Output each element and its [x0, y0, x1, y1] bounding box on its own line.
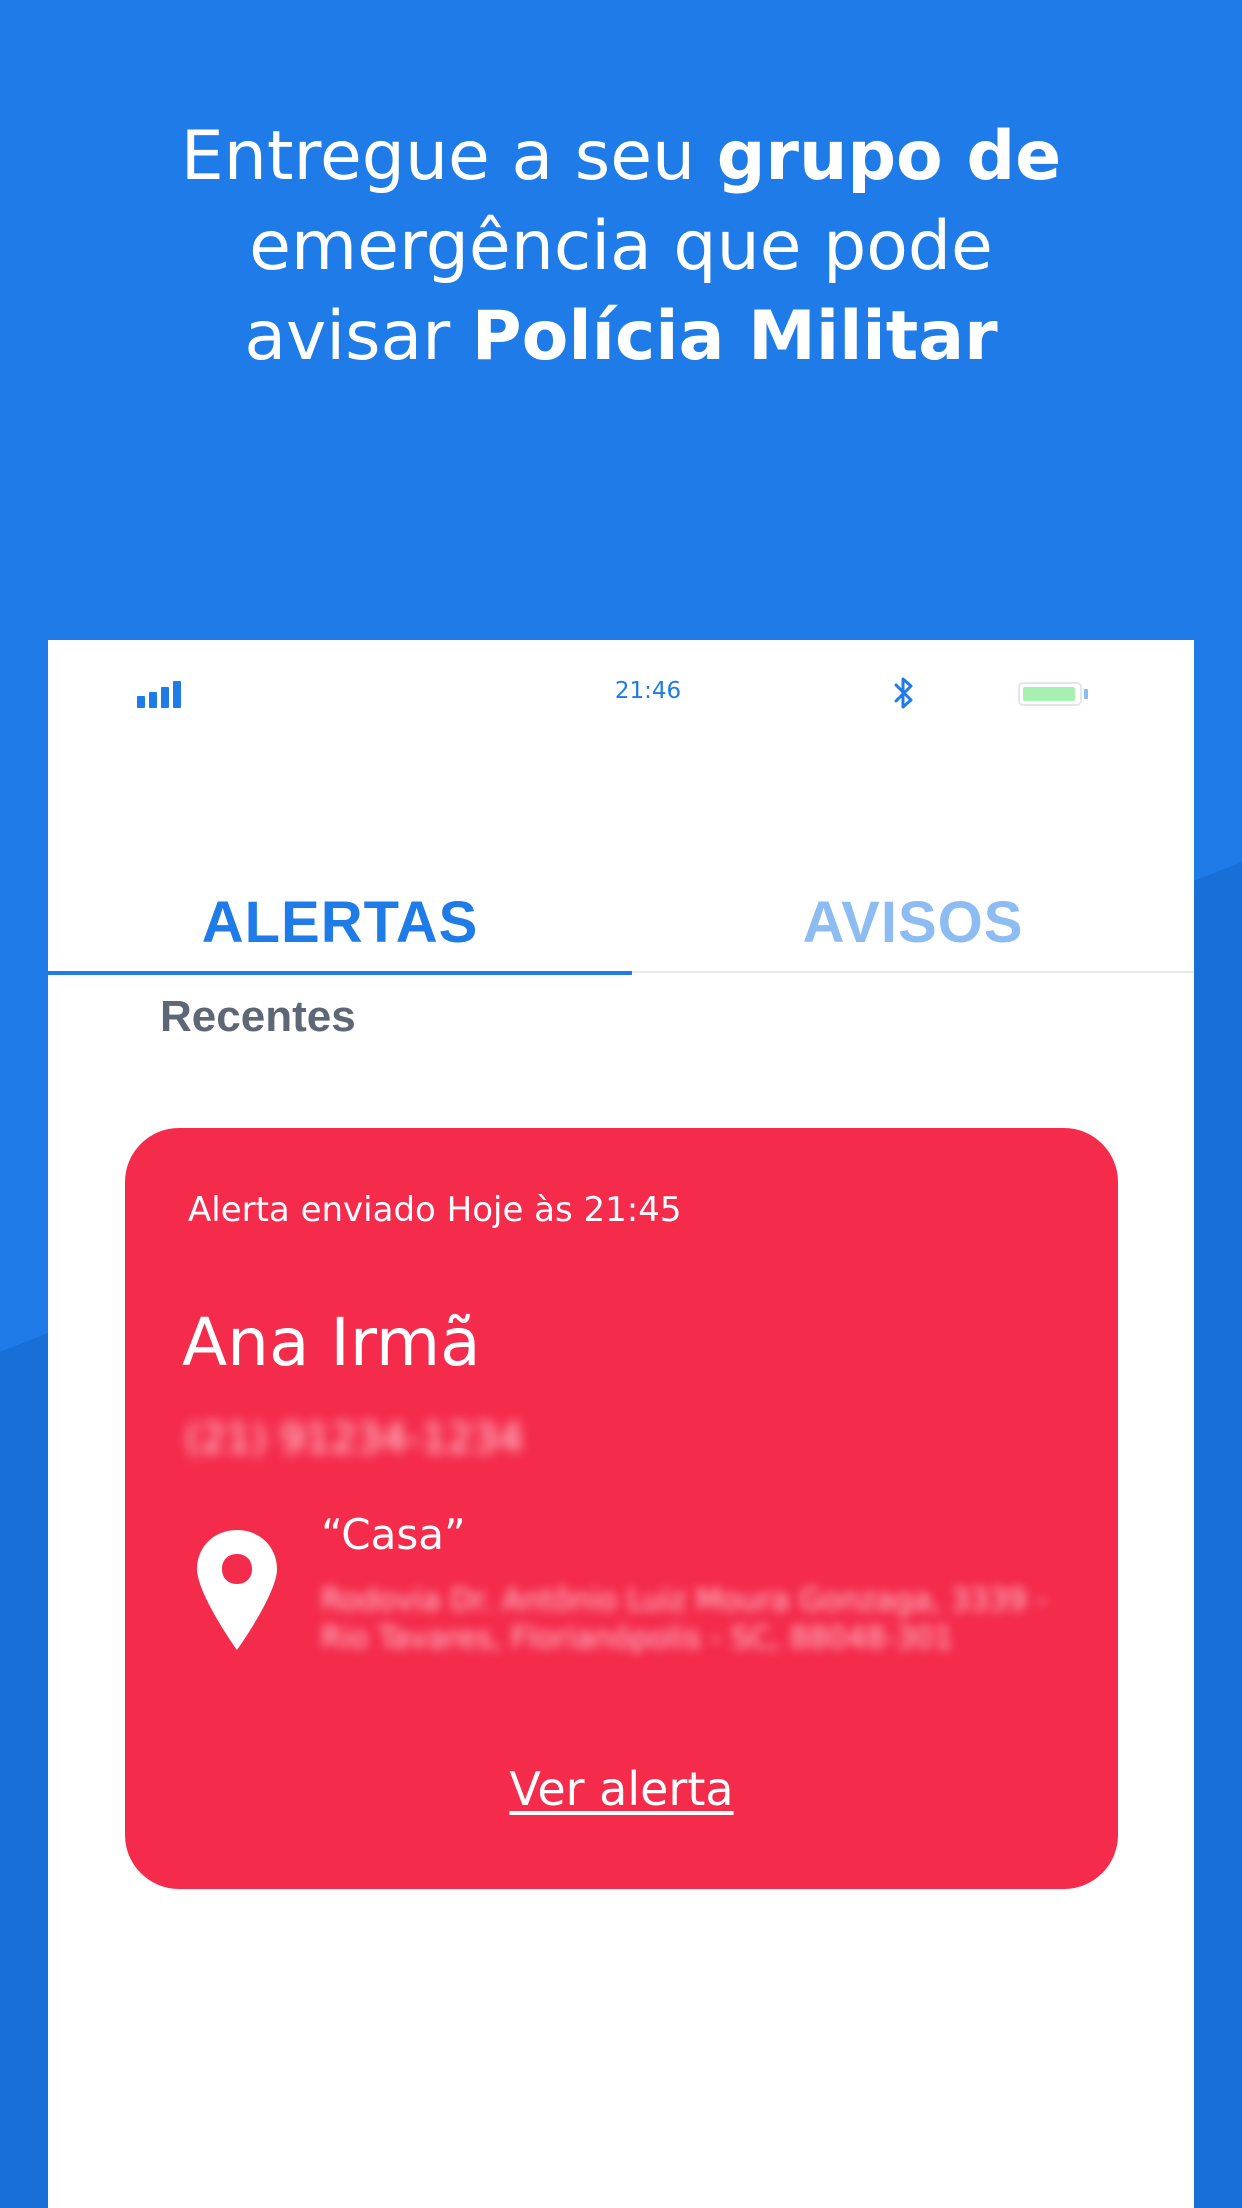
battery-icon	[1018, 682, 1088, 706]
status-time: 21:46	[614, 678, 682, 704]
tab-avisos[interactable]: AVISOS	[632, 840, 1194, 973]
promo-headline: Entregue a seu grupo de emergência que p…	[0, 112, 1242, 382]
tab-bar: ALERTAS AVISOS	[48, 840, 1194, 975]
alert-contact-phone: (21) 91234-1234	[185, 1416, 524, 1462]
headline-text: emergência que pode	[249, 207, 993, 286]
alert-contact-name: Ana Irmã	[182, 1304, 481, 1381]
signal-icon	[137, 681, 181, 708]
status-bar: 21:46	[48, 640, 1194, 750]
alert-place-label: “Casa”	[321, 1510, 466, 1559]
headline-text: Entregue a seu	[180, 117, 717, 196]
alert-card[interactable]: Alerta enviado Hoje às 21:45 Ana Irmã (2…	[125, 1128, 1118, 1889]
tab-alertas[interactable]: ALERTAS	[48, 840, 632, 975]
headline-bold-text: Polícia Militar	[471, 297, 998, 376]
alert-sent-time: Alerta enviado Hoje às 21:45	[188, 1190, 682, 1230]
headline-text: avisar	[244, 297, 472, 376]
headline-bold-text: grupo de	[716, 117, 1062, 196]
location-pin-icon	[197, 1530, 277, 1650]
view-alert-link[interactable]: Ver alerta	[125, 1762, 1118, 1816]
bluetooth-icon	[894, 677, 913, 709]
section-title: Recentes	[160, 992, 356, 1041]
phone-screen: 21:46 ALERTAS AVISOS Recentes Alerta env…	[48, 640, 1194, 2208]
alert-place-address: Rodovia Dr. Antônio Luiz Moura Gonzaga, …	[321, 1583, 1048, 1656]
